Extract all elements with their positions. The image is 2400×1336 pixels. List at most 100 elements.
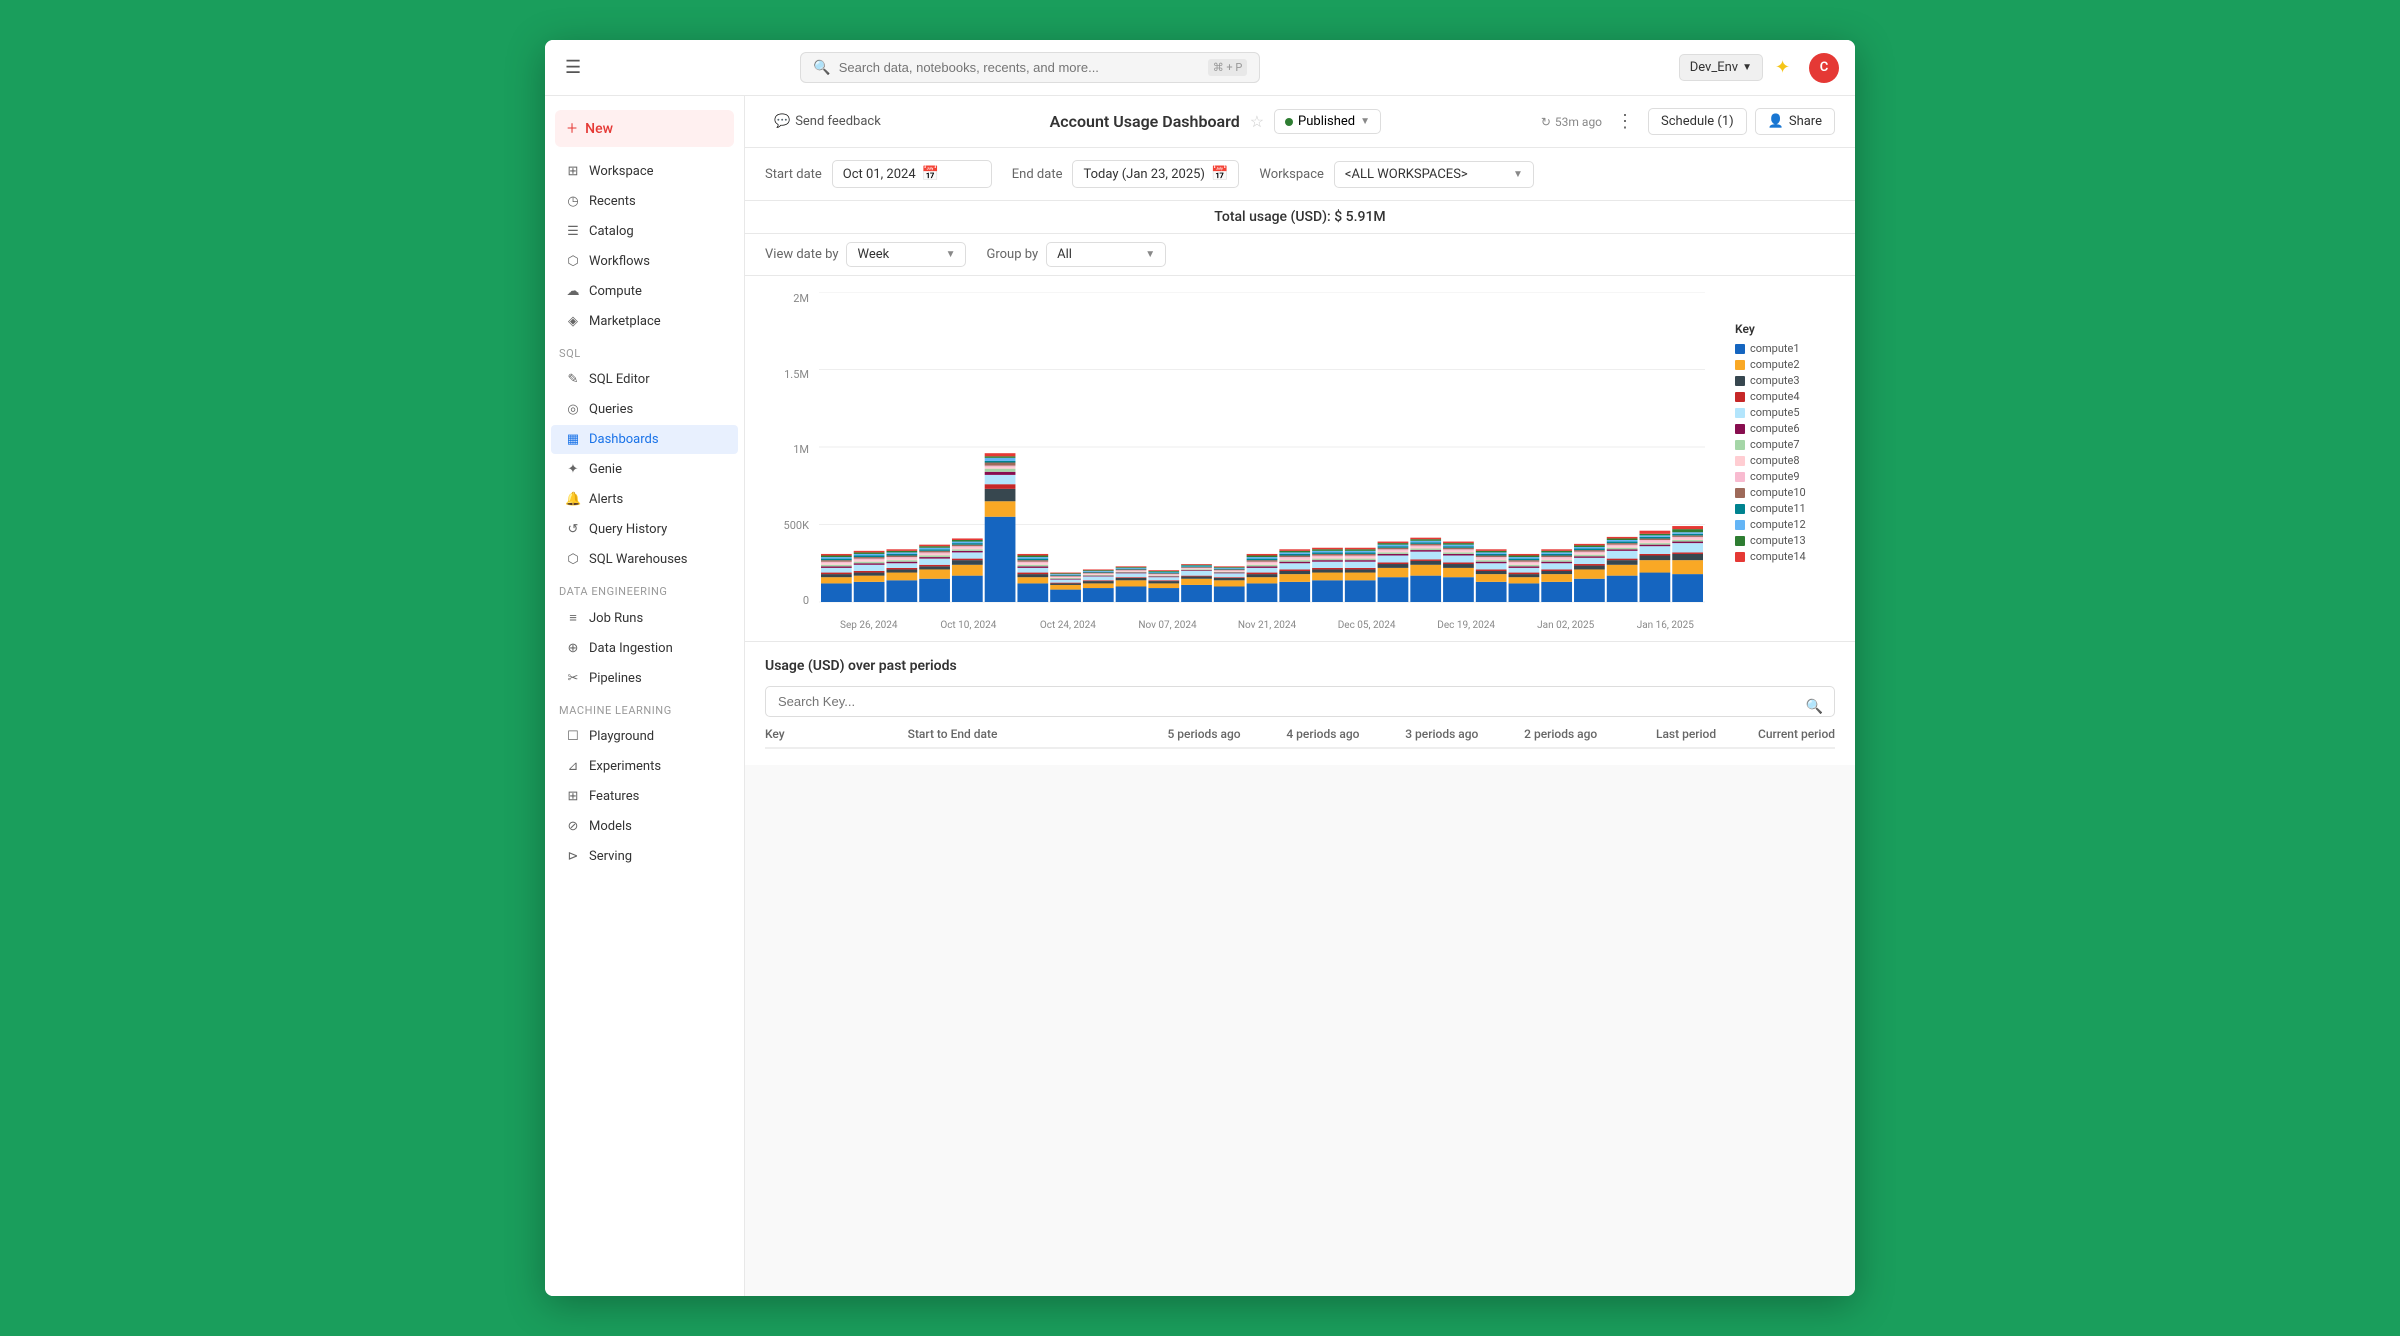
group-by-group: Group by All ▼ [986,242,1166,267]
sidebar-item-models[interactable]: ⊘ Models [551,812,738,841]
x-label-8: Jan 16, 2025 [1616,620,1716,631]
sidebar-item-serving[interactable]: ⊳ Serving [551,842,738,871]
usage-table-section: Usage (USD) over past periods 🔍 Key Star… [745,642,1855,765]
favorites-icon[interactable]: ✦ [1775,57,1797,79]
sidebar-item-compute[interactable]: ☁ Compute [551,277,738,306]
sidebar-item-features[interactable]: ⊞ Features [551,782,738,811]
table-header: Key Start to End date 5 periods ago 4 pe… [765,727,1835,749]
playground-icon: ☐ [565,729,581,744]
legend-label-compute7: compute7 [1750,438,1800,451]
sidebar-item-recents[interactable]: ◷ Recents [551,187,738,216]
legend-item-compute9: compute9 [1735,470,1835,483]
chevron-down-icon: ▼ [1742,62,1752,73]
workspace-icon: ⊞ [565,164,581,179]
sidebar-item-alerts[interactable]: 🔔 Alerts [551,485,738,514]
chart-inner: 2M 1.5M 1M 500K 0 Sep 26, 2024Oct 10, 20… [765,292,1835,631]
sidebar-item-pipelines[interactable]: ✂ Pipelines [551,664,738,693]
schedule-button[interactable]: Schedule (1) [1648,108,1747,135]
sidebar-item-queries[interactable]: ◎ Queries [551,395,738,424]
sidebar-item-sql-warehouses[interactable]: ⬡ SQL Warehouses [551,545,738,574]
dashboards-icon: ▦ [565,432,581,447]
sidebar-item-marketplace[interactable]: ◈ Marketplace [551,307,738,336]
pipelines-icon: ✂ [565,671,581,686]
schedule-label: Schedule (1) [1661,114,1734,129]
published-badge[interactable]: Published ▼ [1274,109,1381,134]
data-ingestion-icon: ⊕ [565,641,581,656]
search-bar[interactable]: 🔍 ⌘ + P [800,52,1260,83]
dashboard-title-section: Account Usage Dashboard ☆ Published ▼ [902,109,1529,134]
search-table-input[interactable] [765,686,1835,717]
queries-icon: ◎ [565,402,581,417]
legend-label-compute6: compute6 [1750,422,1800,435]
sidebar-item-data-ingestion[interactable]: ⊕ Data Ingestion [551,634,738,663]
sidebar-label-queries: Queries [589,402,633,417]
legend-label-compute1: compute1 [1750,342,1800,355]
legend-color-compute8 [1735,456,1745,466]
sidebar-label-data-ingestion: Data Ingestion [589,641,673,656]
star-button[interactable]: ☆ [1250,112,1264,131]
hamburger-icon[interactable]: ☰ [561,53,585,82]
legend-item-compute11: compute11 [1735,502,1835,515]
legend-item-compute13: compute13 [1735,534,1835,547]
legend-item-compute2: compute2 [1735,358,1835,371]
sidebar-item-workflows[interactable]: ⬡ Workflows [551,247,738,276]
share-button[interactable]: 👤 Share [1755,108,1835,135]
workflows-icon: ⬡ [565,254,581,269]
start-date-picker[interactable]: Oct 01, 2024 📅 [832,160,992,188]
end-date-calendar-icon: 📅 [1211,166,1228,182]
sidebar-item-catalog[interactable]: ☰ Catalog [551,217,738,246]
legend-color-compute1 [1735,344,1745,354]
legend-color-compute2 [1735,360,1745,370]
refresh-info: ↻ 53m ago [1541,115,1602,129]
dev-env-button[interactable]: Dev_Env ▼ [1679,54,1763,81]
sidebar-item-experiments[interactable]: ⊿ Experiments [551,752,738,781]
sidebar-item-query-history[interactable]: ↺ Query History [551,515,738,544]
sidebar: + New ⊞ Workspace ◷ Recents ☰ Catalog ⬡ … [545,96,745,1296]
workspace-filter-label: Workspace [1259,167,1324,182]
new-button[interactable]: + New [555,110,734,147]
search-table-icon: 🔍 [1806,699,1823,715]
more-options-button[interactable]: ⋮ [1610,109,1640,134]
legend-item-compute3: compute3 [1735,374,1835,387]
legend-label-compute12: compute12 [1750,518,1806,531]
sidebar-item-sql-editor[interactable]: ✎ SQL Editor [551,365,738,394]
legend-color-compute6 [1735,424,1745,434]
legend-color-compute5 [1735,408,1745,418]
col-header-last-period: Last period [1597,727,1716,741]
ml-section-label: Machine Learning [545,694,744,721]
sidebar-item-dashboards[interactable]: ▦ Dashboards [551,425,738,454]
legend-item-compute4: compute4 [1735,390,1835,403]
view-date-select[interactable]: Week ▼ [846,242,966,267]
x-label-6: Dec 19, 2024 [1416,620,1516,631]
workspace-filter-picker[interactable]: <ALL WORKSPACES> ▼ [1334,161,1534,188]
legend-color-compute3 [1735,376,1745,386]
sidebar-item-playground[interactable]: ☐ Playground [551,722,738,751]
chart-svg [819,292,1705,612]
end-date-picker[interactable]: Today (Jan 23, 2025) 📅 [1072,160,1239,188]
query-history-icon: ↺ [565,522,581,537]
filter-row: Start date Oct 01, 2024 📅 End date Today… [745,148,1855,201]
sidebar-label-serving: Serving [589,849,632,864]
start-date-value: Oct 01, 2024 [843,167,916,182]
sidebar-label-catalog: Catalog [589,224,634,239]
sidebar-item-job-runs[interactable]: ≡ Job Runs [551,603,738,633]
start-date-group: Start date Oct 01, 2024 📅 [765,160,992,188]
sql-warehouses-icon: ⬡ [565,552,581,567]
sidebar-label-workflows: Workflows [589,254,650,269]
legend-color-compute10 [1735,488,1745,498]
feedback-button[interactable]: 💬 Send feedback [765,109,890,134]
app-window: ☰ 🔍 ⌘ + P Dev_Env ▼ ✦ C + New ⊞ Workspac… [545,40,1855,1296]
share-icon: 👤 [1768,114,1784,129]
sidebar-item-genie[interactable]: ✦ Genie [551,455,738,484]
sidebar-label-playground: Playground [589,729,654,744]
col-header-dates: Start to End date [908,727,1122,741]
end-date-group: End date Today (Jan 23, 2025) 📅 [1012,160,1240,188]
search-input[interactable] [839,60,1200,75]
legend-label-compute14: compute14 [1750,550,1806,563]
group-by-select[interactable]: All ▼ [1046,242,1166,267]
col-header-current-period: Current period [1716,727,1835,741]
sidebar-label-marketplace: Marketplace [589,314,661,329]
legend-label-compute9: compute9 [1750,470,1800,483]
sidebar-item-workspace[interactable]: ⊞ Workspace [551,157,738,186]
share-label: Share [1789,114,1822,129]
